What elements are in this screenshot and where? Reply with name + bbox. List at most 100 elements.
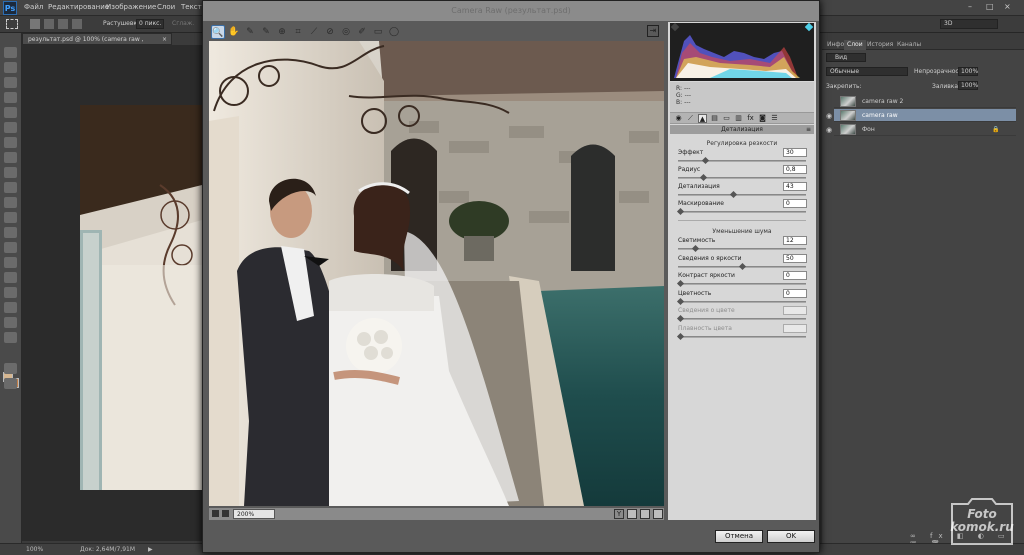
tone-curve-tab-icon[interactable]: ⟋ <box>686 114 695 123</box>
intersect-selection-icon[interactable] <box>72 19 82 29</box>
eyedropper-tool-icon[interactable] <box>4 122 17 133</box>
targeted-adjustment-tool-icon[interactable]: ⊕ <box>275 25 289 39</box>
slider-value-input[interactable]: 12 <box>783 236 807 245</box>
hand-tool-icon[interactable] <box>4 317 17 328</box>
layer-filter-select[interactable]: Вид <box>826 53 866 62</box>
layer-row-camera-raw-2[interactable]: camera raw 2 <box>834 95 1016 108</box>
slider-thumb[interactable] <box>676 279 685 288</box>
new-selection-icon[interactable] <box>30 19 40 29</box>
radial-filter-icon[interactable]: ◯ <box>387 25 401 39</box>
slider-track[interactable] <box>678 156 806 165</box>
slider-value-input[interactable]: 43 <box>783 182 807 191</box>
straighten-tool-icon[interactable]: ⟋ <box>307 25 321 39</box>
screen-mode-icon[interactable] <box>4 378 17 389</box>
eraser-tool-icon[interactable] <box>4 197 17 208</box>
tab-history[interactable]: История <box>864 40 896 50</box>
zoom-in-icon[interactable] <box>222 510 229 517</box>
slider-track[interactable] <box>676 297 806 305</box>
quick-select-tool-icon[interactable] <box>4 92 17 103</box>
menu-edit[interactable]: Редактирование <box>48 3 109 11</box>
zoom-level-select[interactable]: 200% <box>233 509 275 519</box>
swap-settings-icon[interactable] <box>640 509 650 519</box>
visibility-eye-icon[interactable]: ◉ <box>826 126 832 134</box>
crop-tool-icon[interactable] <box>4 107 17 118</box>
slider-thumb[interactable] <box>700 173 708 182</box>
cancel-button[interactable]: Отмена <box>715 530 763 543</box>
detail-tab-icon[interactable]: ▲ <box>698 114 707 123</box>
move-tool-icon[interactable] <box>4 47 17 58</box>
color-sampler-tool-icon[interactable]: ✎ <box>259 25 273 39</box>
lens-corrections-tab-icon[interactable]: ▥ <box>734 114 743 123</box>
slider-thumb[interactable] <box>729 190 737 199</box>
camera-calibration-tab-icon[interactable]: ◙ <box>758 114 767 123</box>
crop-tool-icon[interactable]: ⌗ <box>291 25 305 39</box>
slider-value-input[interactable]: 50 <box>783 253 807 263</box>
camera-raw-preview[interactable] <box>209 41 664 506</box>
visibility-eye-icon[interactable]: ◉ <box>826 112 832 120</box>
menu-layers[interactable]: Слои <box>157 3 175 11</box>
slider-thumb[interactable] <box>676 297 685 305</box>
slider-track[interactable] <box>678 244 806 253</box>
pen-tool-icon[interactable] <box>4 257 17 268</box>
slider-value-input[interactable]: 0 <box>783 199 807 208</box>
slider-track[interactable] <box>678 173 806 182</box>
quick-mask-icon[interactable] <box>4 363 17 374</box>
slider-value-input[interactable]: 0,8 <box>783 165 807 174</box>
maximize-icon[interactable]: □ <box>986 2 994 11</box>
panel-menu-icon[interactable]: ≡ <box>806 126 811 133</box>
hsl-tab-icon[interactable]: ▤ <box>710 114 719 123</box>
fullscreen-toggle-icon[interactable]: ⇥ <box>647 25 659 37</box>
blur-tool-icon[interactable] <box>4 227 17 238</box>
slider-track[interactable] <box>678 190 806 199</box>
ok-button[interactable]: OK <box>767 530 815 543</box>
close-icon[interactable]: × <box>1004 2 1011 11</box>
brush-tool-icon[interactable] <box>4 152 17 163</box>
adjustment-brush-icon[interactable]: ✐ <box>355 25 369 39</box>
spot-removal-tool-icon[interactable]: ⊘ <box>323 25 337 39</box>
minimize-icon[interactable]: – <box>968 2 972 11</box>
menu-file[interactable]: Файл <box>24 3 43 11</box>
preview-options-icon[interactable] <box>653 509 663 519</box>
feather-input[interactable]: 0 пикс. <box>136 19 164 29</box>
zoom-tool-icon[interactable] <box>4 332 17 343</box>
workspace-select[interactable]: 3D <box>940 19 998 29</box>
slider-thumb[interactable] <box>738 262 746 270</box>
lasso-tool-icon[interactable] <box>4 77 17 88</box>
slider-value-input[interactable]: 30 <box>783 148 807 157</box>
blend-mode-select[interactable]: Обычные <box>826 67 908 76</box>
effects-tab-icon[interactable]: fx <box>746 114 755 123</box>
zoom-tool-icon[interactable]: 🔍 <box>211 25 225 39</box>
opacity-input[interactable]: 100% <box>958 67 978 76</box>
slider-track[interactable] <box>676 279 806 288</box>
hand-tool-icon[interactable]: ✋ <box>227 25 241 39</box>
fill-input[interactable]: 100% <box>958 81 978 90</box>
presets-tab-icon[interactable]: ☰ <box>770 114 779 123</box>
layer-row-camera-raw[interactable]: camera raw <box>834 109 1016 122</box>
slider-thumb[interactable] <box>701 156 709 165</box>
graduated-filter-icon[interactable]: ▭ <box>371 25 385 39</box>
subtract-selection-icon[interactable] <box>58 19 68 29</box>
layer-row-background[interactable]: Фон 🔒 <box>834 123 1016 136</box>
basic-tab-icon[interactable]: ◉ <box>674 114 683 123</box>
add-selection-icon[interactable] <box>44 19 54 29</box>
status-menu-arrow-icon[interactable]: ▶ <box>148 546 153 553</box>
preview-filter-icon[interactable]: Y <box>614 509 624 519</box>
split-toning-tab-icon[interactable]: ▭ <box>722 114 731 123</box>
red-eye-tool-icon[interactable]: ◎ <box>339 25 353 39</box>
zoom-level[interactable]: 100% <box>26 546 43 553</box>
menu-type[interactable]: Текст <box>181 3 202 11</box>
marquee-tool-icon[interactable] <box>4 62 17 73</box>
slider-track[interactable] <box>676 207 806 216</box>
history-brush-tool-icon[interactable] <box>4 182 17 193</box>
white-balance-tool-icon[interactable]: ✎ <box>243 25 257 39</box>
before-after-icon[interactable] <box>627 509 637 519</box>
zoom-out-icon[interactable] <box>212 510 219 517</box>
clone-stamp-tool-icon[interactable] <box>4 167 17 178</box>
tab-channels[interactable]: Каналы <box>894 40 924 50</box>
tab-layers[interactable]: Слои <box>844 40 866 50</box>
smooth-checkbox[interactable]: Сглаж. <box>172 20 194 27</box>
document-tab[interactable]: результат.psd @ 100% (camera raw , RGB/8… <box>22 33 172 55</box>
slider-thumb[interactable] <box>676 207 685 216</box>
menu-image[interactable]: Изображение <box>106 3 156 11</box>
shape-tool-icon[interactable] <box>4 302 17 313</box>
